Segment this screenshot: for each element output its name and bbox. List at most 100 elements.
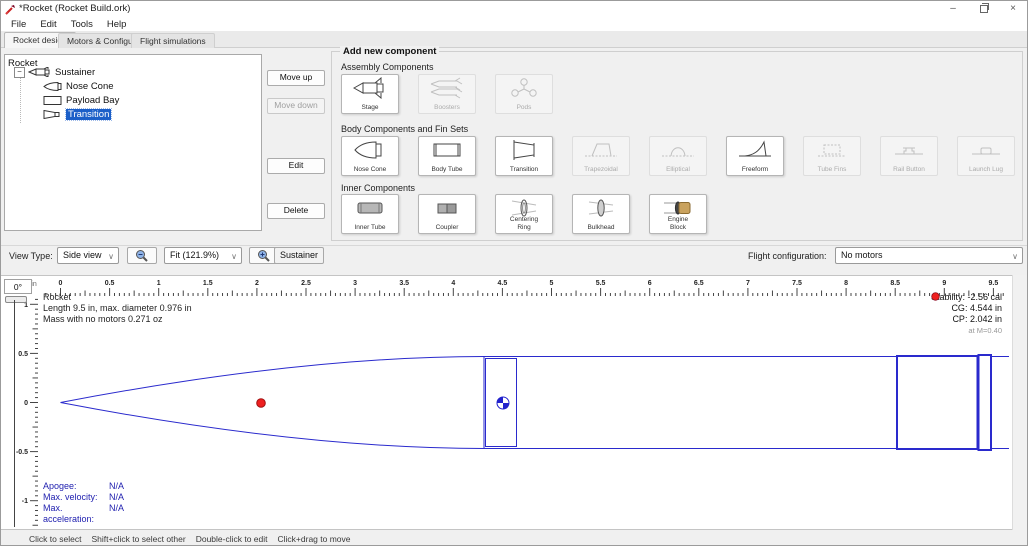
rotation-angle-field[interactable]: 0° [4, 279, 32, 294]
move-up-button[interactable]: Move up [267, 70, 325, 86]
svg-text:7.5: 7.5 [792, 280, 802, 287]
menu-tools[interactable]: Tools [65, 19, 99, 30]
cp-red-dot-icon [931, 292, 940, 301]
boosters-icon [429, 77, 465, 104]
menu-help[interactable]: Help [101, 19, 133, 30]
stage-sustainer-toggle[interactable]: Sustainer [274, 247, 324, 264]
svg-text:3: 3 [353, 280, 357, 287]
component-button-transition[interactable]: Transition [495, 136, 553, 176]
svg-text:3.5: 3.5 [399, 280, 409, 287]
nose-cone-outline [61, 357, 485, 403]
menu-file[interactable]: File [5, 19, 32, 30]
restore-icon [980, 5, 988, 13]
collapse-icon[interactable]: − [14, 67, 25, 78]
tree-item-transition[interactable]: Transition [43, 108, 111, 120]
svg-text:0: 0 [24, 400, 28, 407]
rail-button-icon [891, 139, 927, 166]
rocket-view-panel: View Type: Side view∨ Fit (121.9%)∨ Sust… [1, 245, 1027, 546]
minimize-button[interactable]: – [942, 2, 964, 16]
tree-item-nose-cone[interactable]: Nose Cone [43, 80, 114, 92]
tube-fins-icon [814, 139, 850, 166]
component-button-tube-fins[interactable]: Tube Fins [803, 136, 861, 176]
tree-item-payload-bay[interactable]: Payload Bay [43, 94, 119, 106]
component-button-pods[interactable]: Pods [495, 74, 553, 114]
tree-connector-line [20, 77, 21, 123]
vertical-scrollbar[interactable] [1012, 275, 1028, 530]
freeform-fin-icon [737, 139, 773, 166]
component-button-inner-tube[interactable]: Inner Tube [341, 194, 399, 234]
edit-button[interactable]: Edit [267, 158, 325, 174]
svg-text:1: 1 [157, 280, 161, 287]
tab-bar: Rocket design Motors & Configuration Fli… [1, 31, 1027, 48]
hint-click-drag: Click+drag to move [278, 534, 351, 544]
transition-aft-shoulder-outline [979, 355, 992, 450]
hint-double-click: Double-click to edit [196, 534, 268, 544]
add-panel-title: Add new component [340, 46, 439, 57]
view-type-select[interactable]: Side view∨ [57, 247, 119, 264]
title-bar[interactable]: *Rocket (Rocket Build.ork) – × [1, 1, 1027, 17]
coupler-icon [429, 197, 465, 224]
component-button-coupler[interactable]: Coupler [418, 194, 476, 234]
restore-button[interactable] [972, 2, 994, 16]
selected-tree-label: Transition [66, 109, 111, 120]
body-tube-icon [43, 96, 63, 105]
svg-text:5.5: 5.5 [596, 280, 606, 287]
component-button-rail-button[interactable]: Rail Button [880, 136, 938, 176]
transition-outline-selected [897, 356, 978, 449]
menu-edit[interactable]: Edit [34, 19, 62, 30]
aft-edge-lines [991, 357, 1009, 449]
rocket-outline [61, 355, 1010, 450]
section-inner-components: Inner Components [341, 183, 415, 193]
component-button-centering-ring[interactable]: Centering Ring [495, 194, 553, 234]
view-type-label: View Type: [9, 251, 53, 261]
component-button-engine-block[interactable]: Engine Block [649, 194, 707, 234]
component-button-boosters[interactable]: Boosters [418, 74, 476, 114]
magnifier-minus-icon [134, 249, 150, 263]
flight-stats: Apogee:N/A Max. velocity:N/A Max. accele… [43, 481, 124, 525]
component-button-trapezoidal[interactable]: Trapezoidal [572, 136, 630, 176]
tab-flight-simulations[interactable]: Flight simulations [131, 33, 215, 48]
section-assembly-components: Assembly Components [341, 62, 434, 72]
svg-text:4: 4 [451, 280, 455, 287]
add-new-component-panel: Add new component Assembly Components St… [331, 51, 1023, 241]
svg-text:1.5: 1.5 [203, 280, 213, 287]
component-button-body-tube[interactable]: Body Tube [418, 136, 476, 176]
zoom-level-select[interactable]: Fit (121.9%)∨ [164, 247, 242, 264]
flight-configuration-select[interactable]: No motors∨ [835, 247, 1023, 264]
bulkhead-icon [583, 197, 619, 224]
move-down-button[interactable]: Move down [267, 98, 325, 114]
component-button-freeform[interactable]: Freeform [726, 136, 784, 176]
cg-marker[interactable] [497, 397, 509, 409]
stability-info: Stability: -2.56 cal CG: 4.544 in CP: 2.… [931, 292, 1002, 336]
delete-button[interactable]: Delete [267, 203, 325, 219]
menu-bar: File Edit Tools Help [1, 17, 1027, 31]
cp-marker[interactable] [257, 399, 266, 408]
body-tube-icon [429, 139, 465, 166]
minimize-icon: – [950, 3, 956, 14]
svg-text:6: 6 [648, 280, 652, 287]
svg-text:5: 5 [550, 280, 554, 287]
component-button-elliptical[interactable]: Elliptical [649, 136, 707, 176]
ruler-unit-label: in [31, 281, 37, 288]
component-button-stage[interactable]: Stage [341, 74, 399, 114]
rotation-slider-track[interactable] [14, 300, 15, 527]
transition-icon [506, 139, 542, 166]
payload-bay-outline [484, 357, 897, 449]
stage-icon [352, 77, 388, 104]
zoom-out-button[interactable] [127, 247, 157, 264]
svg-text:7: 7 [746, 280, 750, 287]
hint-shift-click: Shift+click to select other [91, 534, 185, 544]
elliptical-fin-icon [660, 139, 696, 166]
rotation-slider-handle[interactable] [5, 296, 27, 303]
component-button-nose-cone[interactable]: Nose Cone [341, 136, 399, 176]
component-button-launch-lug[interactable]: Launch Lug [957, 136, 1015, 176]
nose-cone-icon [352, 139, 388, 166]
tree-item-sustainer[interactable]: − Sustainer [14, 66, 95, 78]
component-button-bulkhead[interactable]: Bulkhead [572, 194, 630, 234]
component-tree-panel: Rocket − Sustainer Nose Cone Payload Bay [4, 54, 262, 231]
flight-configuration-label: Flight configuration: [748, 251, 827, 261]
close-button[interactable]: × [1002, 2, 1024, 16]
nose-cone-icon [43, 82, 63, 91]
svg-text:2.5: 2.5 [301, 280, 311, 287]
rocket-drawing-canvas[interactable]: 00.511.522.533.544.555.566.577.588.599.5… [1, 275, 1012, 530]
